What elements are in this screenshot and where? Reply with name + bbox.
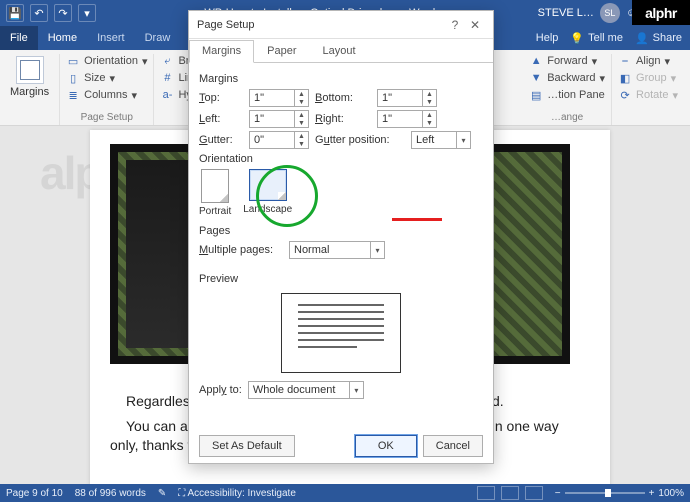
close-icon[interactable]: ✕ [465, 18, 485, 32]
orientation-icon: ▭ [66, 54, 80, 68]
apply-to-combo[interactable]: Whole document▾ [248, 381, 364, 399]
columns-icon: ≣ [66, 88, 80, 102]
gutter-spinner[interactable]: 0"▲▼ [249, 131, 309, 149]
size-button[interactable]: ▯Size ▾ [66, 71, 147, 85]
columns-button[interactable]: ≣Columns ▾ [66, 88, 147, 102]
label-right: Right: [315, 113, 371, 125]
tell-me[interactable]: 💡 Tell me [570, 32, 623, 45]
preview-box [281, 293, 401, 373]
page-indicator[interactable]: Page 9 of 10 [6, 488, 63, 499]
section-orientation: Orientation [199, 153, 483, 165]
cancel-button[interactable]: Cancel [423, 435, 483, 457]
tab-layout[interactable]: Layout [309, 40, 368, 63]
hyphenation-icon: a- [160, 88, 174, 102]
orientation-landscape[interactable]: Landscape [243, 169, 292, 217]
undo-icon[interactable]: ↶ [30, 4, 48, 22]
align-icon: ⎯ [618, 54, 632, 68]
label-gutter-position: Gutter position: [315, 134, 405, 146]
set-as-default-button[interactable]: Set As Default [199, 435, 295, 457]
group-label-arrange: …ange [529, 112, 605, 125]
gutter-position-combo[interactable]: Left▾ [411, 131, 471, 149]
selection-pane-icon: ▤ [529, 88, 543, 102]
tab-help[interactable]: Help [536, 32, 559, 44]
landscape-icon [249, 169, 287, 201]
accessibility-button[interactable]: ⛶ Accessibility: Investigate [178, 488, 296, 499]
orientation-portrait[interactable]: Portrait [199, 169, 231, 217]
tab-margins[interactable]: Margins [189, 40, 254, 63]
zoom-slider[interactable] [565, 492, 645, 494]
ok-button[interactable]: OK [355, 435, 417, 457]
label-bottom: Bottom: [315, 92, 371, 104]
tab-paper[interactable]: Paper [254, 40, 309, 63]
send-backward-button[interactable]: ▼Backward ▾ [529, 71, 605, 85]
rotate-icon: ⟳ [618, 88, 632, 102]
line-numbers-icon: # [160, 71, 174, 85]
share-icon: 👤 [635, 32, 649, 45]
right-margin-spinner[interactable]: 1"▲▼ [377, 110, 437, 128]
redo-icon[interactable]: ↷ [54, 4, 72, 22]
tab-draw[interactable]: Draw [135, 26, 181, 50]
spellcheck-icon[interactable]: ✎ [158, 488, 166, 499]
accessibility-icon: ⛶ [178, 488, 185, 499]
section-margins: Margins [199, 73, 483, 85]
view-print-layout[interactable] [501, 486, 519, 500]
avatar[interactable]: SL [600, 3, 620, 23]
user-name[interactable]: STEVE L… [538, 7, 594, 19]
label-gutter: Gutter: [199, 134, 243, 146]
top-margin-spinner[interactable]: 1"▲▼ [249, 89, 309, 107]
tab-insert[interactable]: Insert [87, 26, 135, 50]
bring-forward-button[interactable]: ▲Forward ▾ [529, 54, 605, 68]
dialog-title: Page Setup [197, 19, 445, 31]
status-bar: Page 9 of 10 88 of 996 words ✎ ⛶ Accessi… [0, 484, 690, 502]
label-multiple-pages: Multiple pages: [199, 244, 283, 256]
page-setup-dialog: Page Setup ? ✕ Margins Paper Layout Marg… [188, 10, 494, 464]
group-objects-button[interactable]: ◧Group ▾ [618, 71, 678, 85]
qat-dropdown-icon[interactable]: ▾ [78, 4, 96, 22]
multiple-pages-combo[interactable]: Normal▾ [289, 241, 385, 259]
breaks-icon: ⤶ [160, 54, 174, 68]
save-icon[interactable]: 💾 [6, 4, 24, 22]
help-icon[interactable]: ? [445, 18, 465, 32]
tell-me-icon: 💡 [570, 32, 584, 45]
word-count[interactable]: 88 of 996 words [75, 488, 146, 499]
label-top: Top: [199, 92, 243, 104]
group-icon: ◧ [618, 71, 632, 85]
section-pages: Pages [199, 225, 483, 237]
label-apply-to: Apply to: [199, 384, 242, 396]
selection-pane-button[interactable]: ▤…tion Pane [529, 88, 605, 102]
view-read-mode[interactable] [477, 486, 495, 500]
margins-button[interactable]: Margins [6, 54, 53, 100]
share-button[interactable]: 👤 Share [635, 32, 682, 45]
margins-icon [16, 56, 44, 84]
align-button[interactable]: ⎯Align ▾ [618, 54, 678, 68]
forward-icon: ▲ [529, 54, 543, 68]
annotation-red-line [392, 218, 442, 221]
bottom-margin-spinner[interactable]: 1"▲▼ [377, 89, 437, 107]
dialog-tabs: Margins Paper Layout [189, 39, 493, 63]
orientation-button[interactable]: ▭Orientation ▾ [66, 54, 147, 68]
size-icon: ▯ [66, 71, 80, 85]
zoom-in-button[interactable]: + [649, 488, 655, 499]
group-label-pagesetup: Page Setup [66, 112, 147, 125]
rotate-button[interactable]: ⟳Rotate ▾ [618, 88, 678, 102]
tab-home[interactable]: Home [38, 26, 87, 50]
portrait-icon [201, 169, 229, 203]
label-left: Left: [199, 113, 243, 125]
section-preview: Preview [199, 273, 483, 285]
zoom-percent[interactable]: 100% [658, 488, 684, 499]
left-margin-spinner[interactable]: 1"▲▼ [249, 110, 309, 128]
zoom-out-button[interactable]: − [555, 488, 561, 499]
view-web-layout[interactable] [525, 486, 543, 500]
alphr-logo: alphr [632, 0, 690, 25]
tab-file[interactable]: File [0, 26, 38, 50]
backward-icon: ▼ [529, 71, 543, 85]
